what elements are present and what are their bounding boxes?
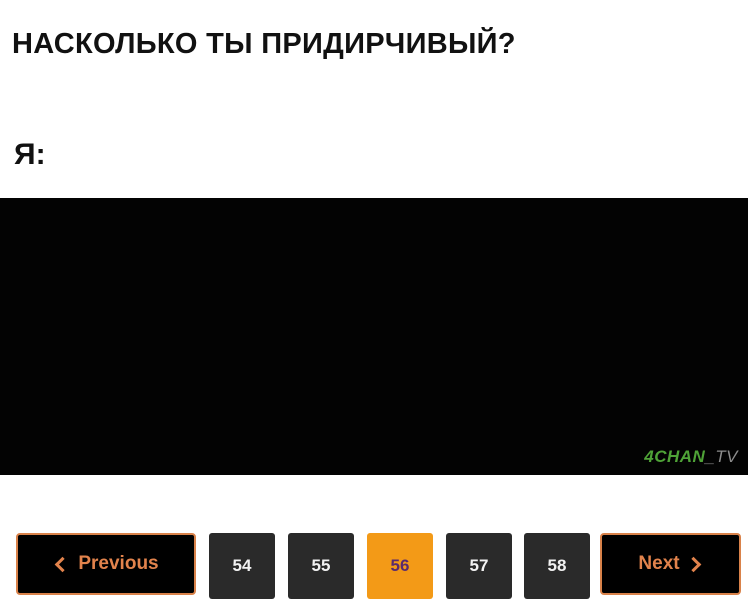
chevron-left-icon (55, 556, 71, 572)
previous-button[interactable]: Previous (16, 533, 196, 595)
previous-label: Previous (78, 553, 159, 574)
next-label: Next (638, 553, 680, 574)
chevron-right-icon (685, 556, 701, 572)
watermark-logo: 4CHAN_TV (644, 447, 738, 467)
watermark-brand: 4CHAN (644, 447, 706, 466)
meme-question: НАСКОЛЬКО ТЫ ПРИДИРЧИВЫЙ? (12, 28, 516, 60)
next-button[interactable]: Next (600, 533, 741, 595)
page-button-56-current[interactable]: 56 (367, 533, 433, 599)
page-button-57[interactable]: 57 (446, 533, 512, 599)
meme-answer-label: Я: (14, 138, 46, 171)
page-button-54[interactable]: 54 (209, 533, 275, 599)
pagination-panel: Previous 54 55 56 57 58 Next 4CHAN_TV (0, 198, 748, 599)
page-button-58[interactable]: 58 (524, 533, 590, 599)
page-button-55[interactable]: 55 (288, 533, 354, 599)
watermark-suffix: _TV (705, 447, 738, 466)
pagination: Previous 54 55 56 57 58 Next (16, 533, 741, 599)
